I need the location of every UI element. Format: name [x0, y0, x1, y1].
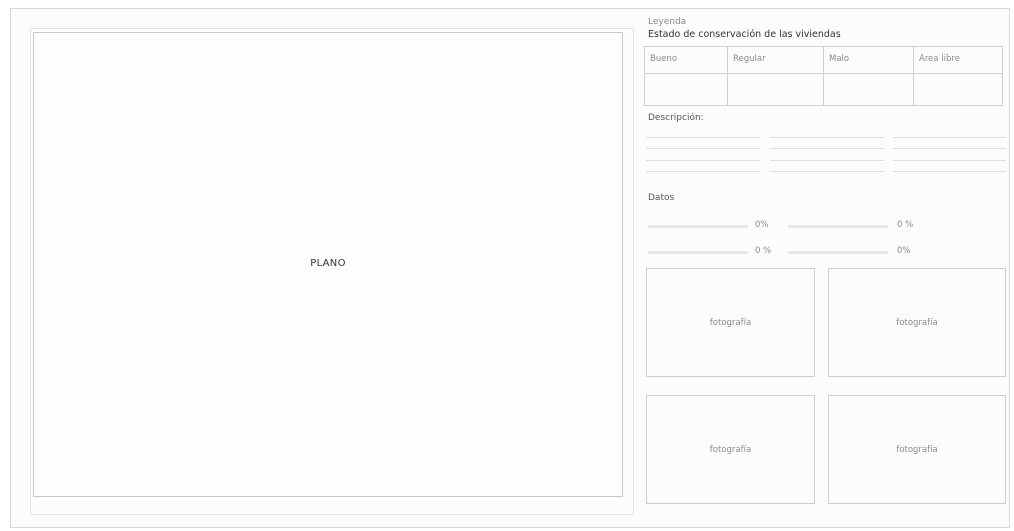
plan-label: PLANO — [310, 258, 346, 269]
description-line — [646, 171, 760, 172]
stat-value: 0% — [897, 246, 911, 256]
legend-col-label: Regular — [728, 47, 823, 74]
photo-label: fotografía — [896, 444, 938, 455]
description-line — [770, 137, 884, 138]
description-line — [893, 148, 1006, 149]
photo-label: fotografía — [709, 317, 752, 328]
legend-col-bueno: Bueno — [644, 46, 728, 106]
photo-placeholder: fotografía — [828, 268, 1006, 377]
description-line — [646, 137, 760, 138]
stat-bar — [648, 251, 748, 254]
photo-placeholder: fotografía — [646, 395, 815, 504]
description-line — [770, 171, 884, 172]
stat-value: 0 % — [897, 220, 914, 230]
photo-label: fotografía — [709, 444, 752, 455]
description-line — [646, 160, 760, 161]
legend-col-regular: Regular — [727, 46, 824, 106]
legend-col-label: Malo — [824, 47, 913, 74]
legend-col-malo: Malo — [823, 46, 914, 106]
description-line — [893, 137, 1006, 138]
legend-title: Estado de conservación de las viviendas — [648, 29, 841, 40]
photo-label: fotografía — [896, 317, 938, 328]
plan-area: PLANO — [33, 32, 623, 497]
legend-table: Bueno Regular Malo Área libre — [644, 46, 1003, 106]
description-line — [893, 160, 1006, 161]
stats-label: Datos — [648, 193, 675, 203]
legend-col-label: Bueno — [645, 47, 727, 74]
legend-col-label: Área libre — [914, 47, 1002, 74]
description-line — [893, 171, 1006, 172]
stat-value: 0% — [755, 220, 769, 230]
description-label: Descripción: — [648, 113, 704, 123]
stat-bar — [648, 225, 748, 228]
photo-placeholder: fotografía — [828, 395, 1006, 504]
stat-bar — [788, 225, 888, 228]
legend-kicker: Leyenda — [648, 17, 687, 27]
legend-col-area-libre: Área libre — [913, 46, 1003, 106]
description-line — [646, 148, 760, 149]
stat-value: 0 % — [755, 246, 772, 256]
photo-placeholder: fotografía — [646, 268, 815, 377]
description-line — [770, 148, 884, 149]
stat-bar — [788, 251, 888, 254]
description-line — [770, 160, 884, 161]
